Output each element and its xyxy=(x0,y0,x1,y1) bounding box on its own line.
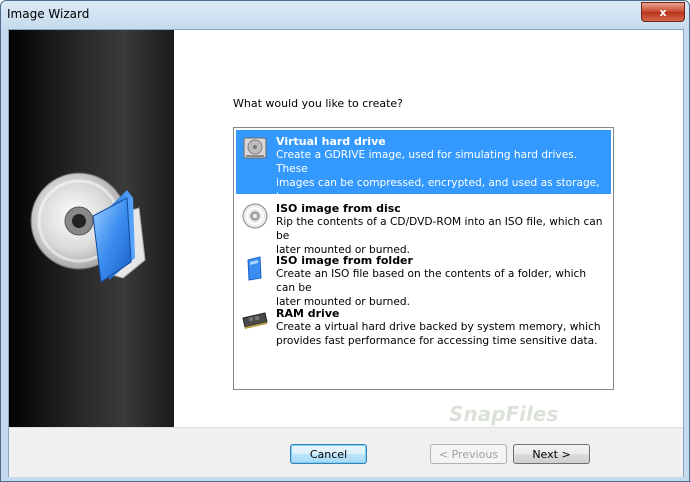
option-description-line: provides fast performance for accessing … xyxy=(276,335,598,347)
next-button[interactable]: Next > xyxy=(513,444,590,464)
option-title: Virtual hard drive xyxy=(276,135,386,148)
wizard-window: Image Wizard x What would you like to cr… xyxy=(0,0,690,482)
close-button[interactable]: x xyxy=(641,2,685,22)
wizard-content: What would you like to create? Virtual h… xyxy=(174,30,683,427)
option-iso-from-folder[interactable]: ISO image from folder Create an ISO file… xyxy=(236,249,611,308)
prompt-label: What would you like to create? xyxy=(233,97,403,110)
wizard-banner xyxy=(9,30,174,427)
hard-drive-icon xyxy=(243,137,267,159)
option-list[interactable]: Virtual hard drive Create a GDRIVE image… xyxy=(233,127,614,390)
folder-icon xyxy=(247,256,262,281)
previous-button[interactable]: < Previous xyxy=(430,444,507,464)
option-virtual-hard-drive[interactable]: Virtual hard drive Create a GDRIVE image… xyxy=(236,130,611,217)
wizard-client: What would you like to create? Virtual h… xyxy=(8,29,684,477)
close-icon: x xyxy=(659,5,667,19)
option-description-line: Rip the contents of a CD/DVD-ROM into an… xyxy=(276,216,603,242)
option-description-line: Create a GDRIVE image, used for simulati… xyxy=(276,149,578,175)
button-bar: SnapFiles Cancel < Previous Next > xyxy=(9,402,683,477)
title-bar[interactable]: Image Wizard x xyxy=(1,1,689,29)
option-ram-drive[interactable]: RAM drive Create a virtual hard drive ba… xyxy=(236,302,611,352)
window-title: Image Wizard xyxy=(7,7,90,21)
option-title: RAM drive xyxy=(276,307,340,320)
watermark: SnapFiles xyxy=(449,402,559,426)
ram-chip-icon xyxy=(242,312,268,329)
option-title: ISO image from disc xyxy=(276,202,401,215)
disc-folder-illustration xyxy=(30,172,146,283)
option-description-line: Create an ISO file based on the contents… xyxy=(276,268,587,294)
disc-icon xyxy=(242,203,268,229)
option-iso-from-disc[interactable]: ISO image from disc Rip the contents of … xyxy=(236,197,611,256)
option-description-line: Create a virtual hard drive backed by sy… xyxy=(276,321,601,333)
option-title: ISO image from folder xyxy=(276,254,413,267)
cancel-button[interactable]: Cancel xyxy=(290,444,367,464)
